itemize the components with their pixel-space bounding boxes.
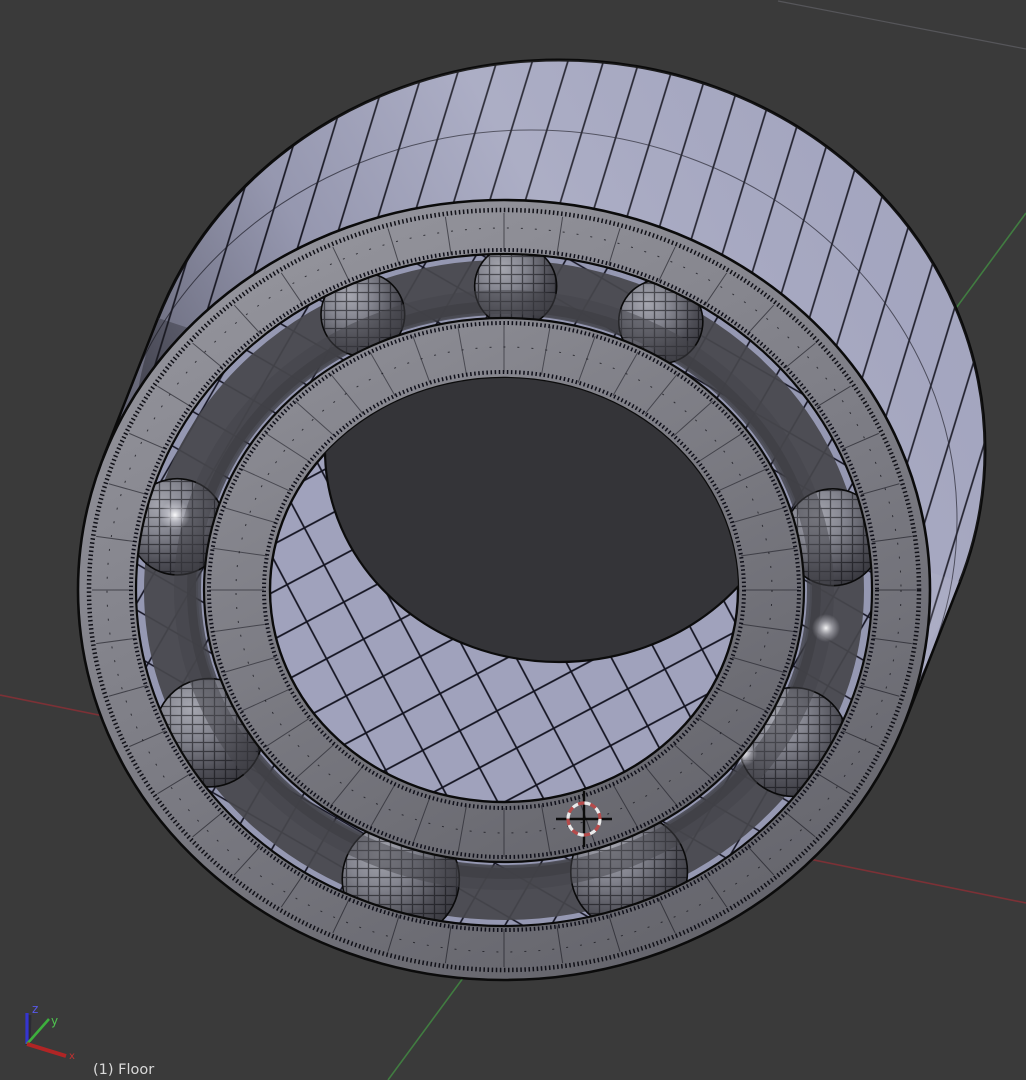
- specular-highlight: [812, 614, 840, 642]
- active-object-label: (1) Floor: [93, 1062, 154, 1078]
- viewport-canvas[interactable]: z y x (1) Floor: [0, 0, 1026, 1080]
- gizmo-y-label: y: [51, 1014, 58, 1028]
- gizmo-z-label: z: [32, 1002, 38, 1016]
- 3d-viewport[interactable]: z y x (1) Floor: [0, 0, 1026, 1080]
- specular-highlight: [160, 500, 190, 530]
- gizmo-x-label: x: [69, 1051, 75, 1062]
